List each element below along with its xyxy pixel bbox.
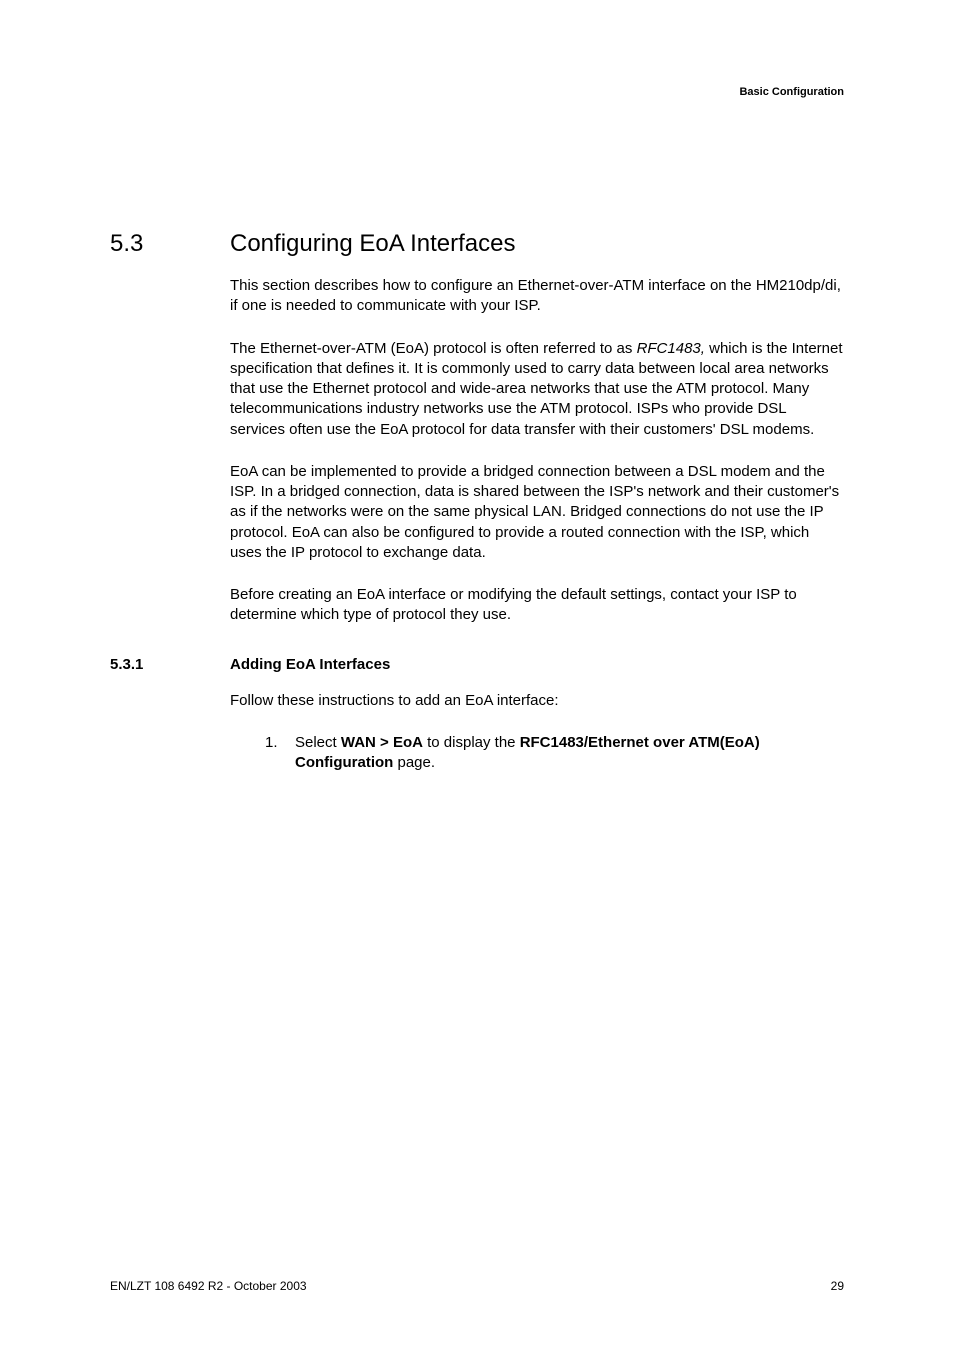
paragraph-3: EoA can be implemented to provide a brid… [230, 462, 844, 563]
footer-left: EN/LZT 108 6492 R2 - October 2003 [110, 1279, 307, 1293]
footer-page-number: 29 [831, 1279, 844, 1293]
paragraph-2-part1: The Ethernet-over-ATM (EoA) protocol is … [230, 340, 637, 357]
list-item1-text-c: page. [393, 754, 435, 771]
section-title: Configuring EoA Interfaces [230, 230, 516, 258]
subsection-intro: Follow these instructions to add an EoA … [230, 691, 844, 711]
ordered-list-item-1: 1. Select WAN > EoA to display the RFC14… [265, 733, 844, 774]
section-number: 5.3 [110, 230, 230, 258]
list-content-1: Select WAN > EoA to display the RFC1483/… [295, 733, 844, 774]
paragraph-1: This section describes how to configure … [230, 276, 844, 317]
list-item1-bold-a: WAN > EoA [341, 734, 423, 751]
subsection-heading: 5.3.1 Adding EoA Interfaces [110, 656, 844, 673]
subsection-number: 5.3.1 [110, 656, 230, 673]
header-label: Basic Configuration [739, 86, 844, 98]
paragraph-4: Before creating an EoA interface or modi… [230, 585, 844, 626]
list-item1-text-a: Select [295, 734, 341, 751]
section-heading: 5.3 Configuring EoA Interfaces [110, 230, 844, 258]
paragraph-2-italic: RFC1483, [637, 340, 705, 357]
list-marker-1: 1. [265, 733, 295, 774]
main-content: 5.3 Configuring EoA Interfaces This sect… [110, 230, 844, 795]
subsection-title: Adding EoA Interfaces [230, 656, 390, 673]
list-item1-text-b: to display the [423, 734, 520, 751]
paragraph-2: The Ethernet-over-ATM (EoA) protocol is … [230, 339, 844, 440]
page-footer: EN/LZT 108 6492 R2 - October 2003 29 [110, 1279, 844, 1293]
